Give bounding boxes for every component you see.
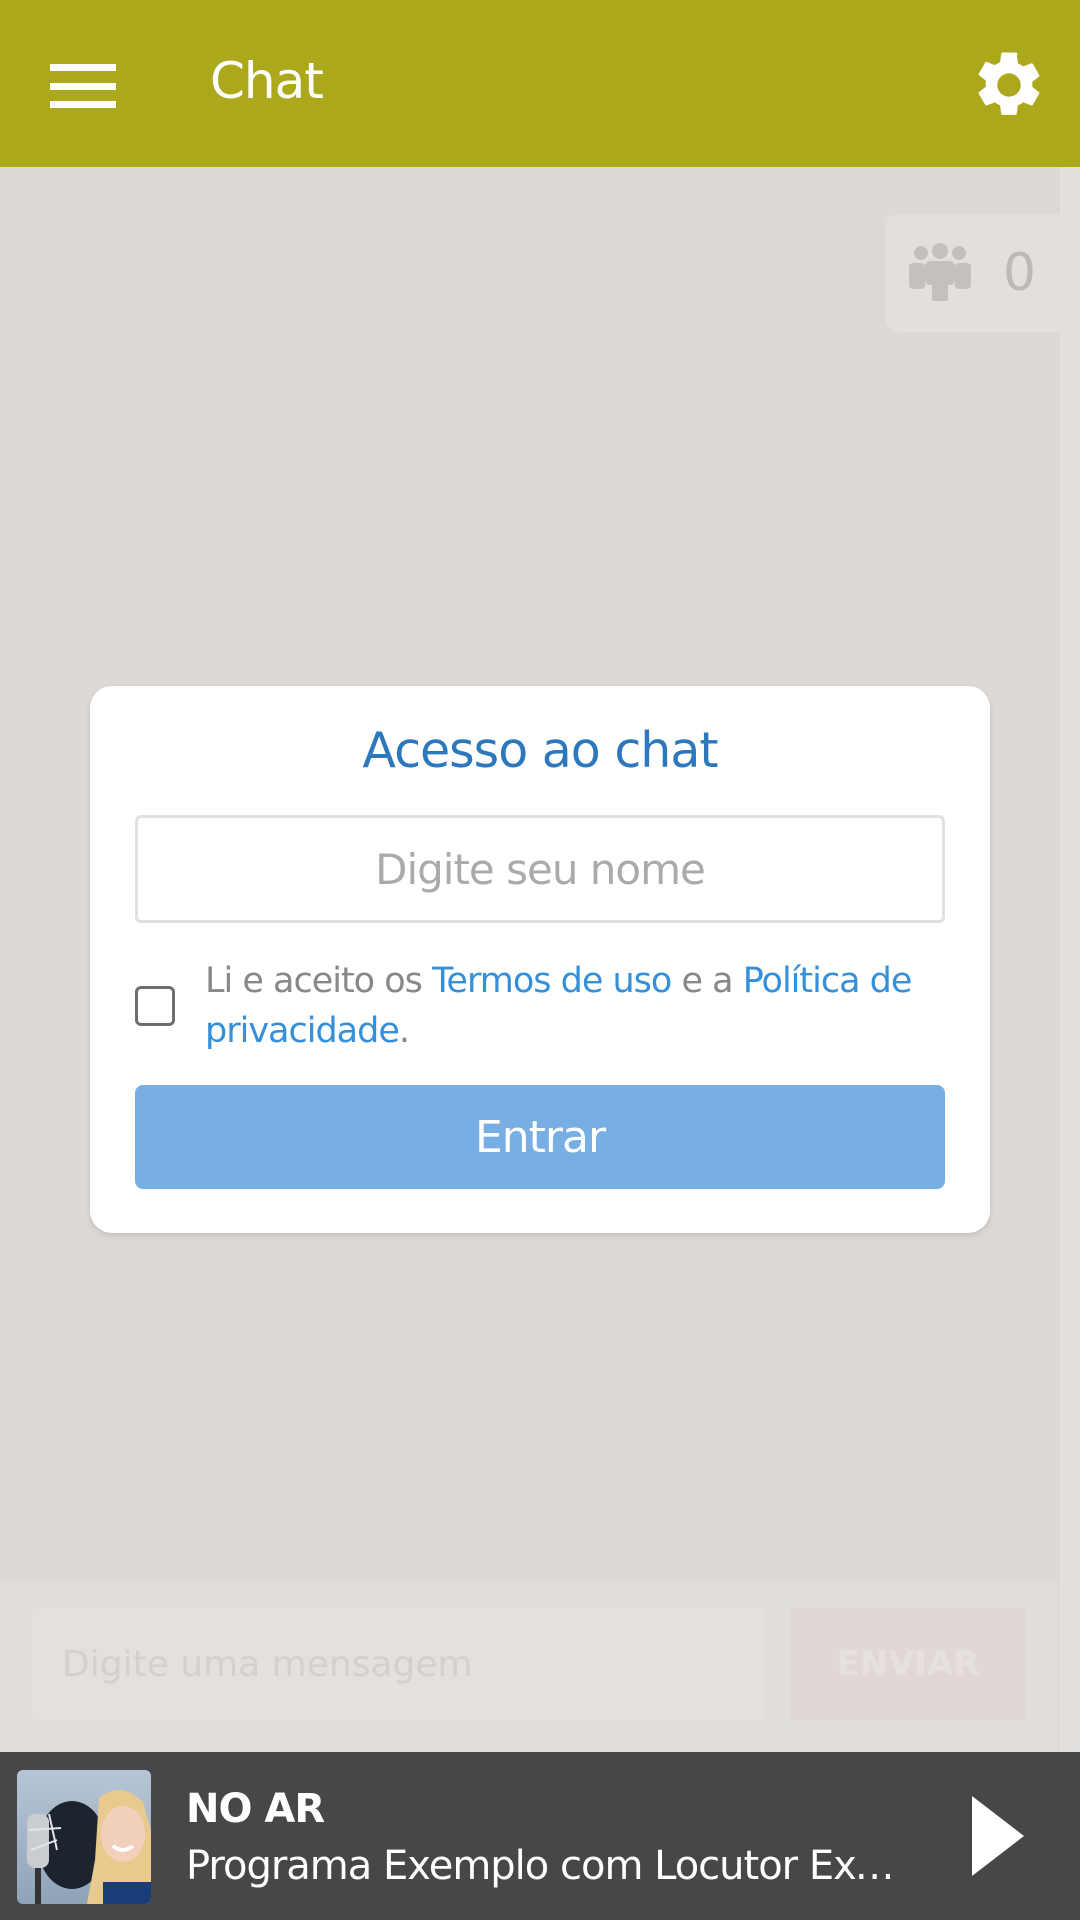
scrollbar[interactable] (1058, 167, 1080, 1752)
terms-suffix-text: . (398, 1011, 410, 1051)
send-button[interactable]: ENVIAR (790, 1608, 1026, 1720)
play-icon[interactable] (968, 1794, 1028, 1878)
terms-checkbox[interactable] (135, 986, 175, 1026)
name-input[interactable] (135, 815, 945, 923)
message-input[interactable] (32, 1608, 764, 1720)
terms-middle-text: e a (671, 961, 743, 1001)
on-air-label: NO AR (186, 1786, 325, 1832)
radio-player-bar: NO AR Programa Exemplo com Locutor Exemp… (0, 1752, 1080, 1920)
hamburger-menu-icon[interactable] (50, 64, 116, 108)
app-header: Chat (0, 0, 1080, 167)
enter-button[interactable]: Entrar (135, 1085, 945, 1189)
online-users-badge[interactable]: 0 (885, 214, 1060, 332)
terms-label: Li e aceito os Termos de uso e a Polític… (205, 956, 955, 1056)
terms-prefix-text: Li e aceito os (205, 961, 432, 1001)
users-group-icon (909, 243, 971, 301)
online-users-count: 0 (1003, 243, 1037, 303)
program-cover-image (17, 1770, 151, 1904)
chat-screen: Chat 0 Acesso ao chat Li e aceito os Ter… (0, 0, 1080, 1920)
page-title: Chat (210, 52, 324, 110)
dialog-title: Acesso ao chat (362, 722, 718, 779)
terms-of-use-link[interactable]: Termos de uso (432, 961, 672, 1001)
program-title: Programa Exemplo com Locutor Exemplo (186, 1843, 916, 1889)
gear-icon[interactable] (970, 46, 1048, 124)
